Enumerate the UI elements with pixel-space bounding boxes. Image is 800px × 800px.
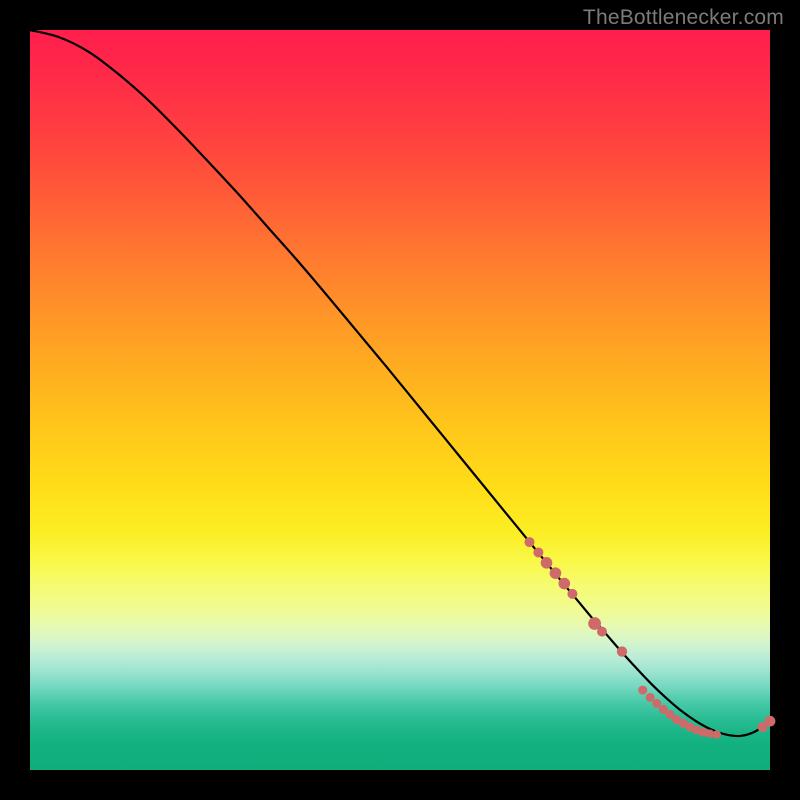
bottleneck-curve [30, 30, 770, 736]
curve-marker [617, 646, 627, 656]
plot-area [30, 30, 770, 770]
curve-marker [558, 578, 570, 590]
curve-marker [597, 627, 607, 637]
curve-marker [713, 730, 721, 738]
curve-marker [550, 567, 562, 579]
curve-marker [533, 547, 543, 557]
curve-marker [541, 557, 553, 569]
curve-marker [765, 716, 776, 727]
attribution-label: TheBottlenecker.com [583, 6, 784, 30]
curve-marker [638, 686, 647, 695]
curve-marker [567, 589, 577, 599]
curve-marker [525, 537, 535, 547]
curve-svg [30, 30, 770, 770]
curve-markers [525, 537, 776, 739]
chart-stage: TheBottlenecker.com [0, 0, 800, 800]
